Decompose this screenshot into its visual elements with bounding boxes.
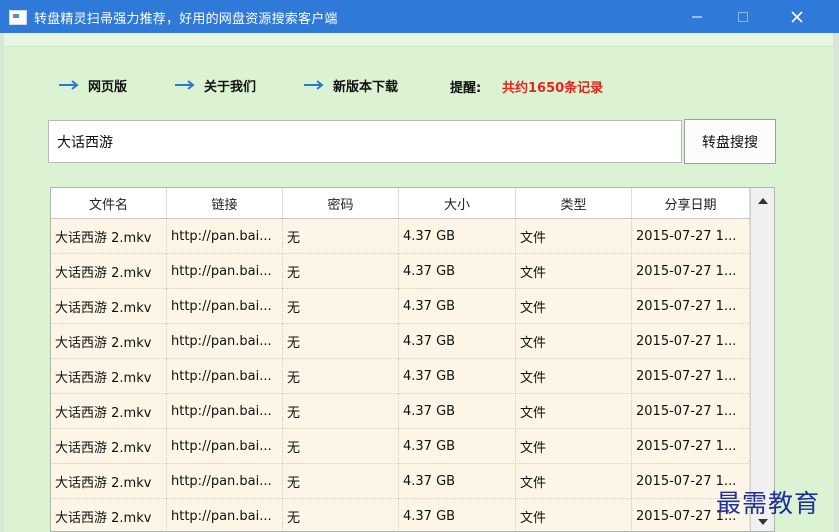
- column-header-type[interactable]: 类型: [516, 188, 632, 218]
- nav-web-version-link[interactable]: 网页版: [58, 75, 127, 95]
- minimize-icon: [692, 16, 702, 17]
- nav-new-version-download-link[interactable]: 新版本下载: [303, 75, 398, 95]
- cell-link: http://pan.bai...: [167, 289, 283, 324]
- cell-link: http://pan.bai...: [167, 219, 283, 254]
- cell-size: 4.37 GB: [399, 254, 516, 289]
- results-table: 文件名 链接 密码 大小 类型 分享日期 大话西游 2.mkv http://pa…: [50, 187, 775, 532]
- table-row[interactable]: 大话西游 2.mkv http://pan.bai... 无 4.37 GB 文件 201…: [51, 359, 750, 394]
- watermark-logo: 最需教育: [716, 489, 821, 518]
- close-icon: [791, 10, 803, 23]
- table-row[interactable]: 大话西游 2.mkv http://pan.bai... 无 4.37 GB 文件 201…: [51, 219, 750, 254]
- cell-share-date: 2015-07-27 1...: [632, 324, 750, 359]
- cell-password: 无: [283, 359, 399, 394]
- cell-type: 文件: [516, 219, 632, 254]
- cell-type: 文件: [516, 324, 632, 359]
- cell-filename: 大话西游 2.mkv: [51, 394, 167, 429]
- close-button[interactable]: [774, 0, 820, 33]
- cell-type: 文件: [516, 394, 632, 429]
- table-row[interactable]: 大话西游 2.mkv http://pan.bai... 无 4.37 GB 文件 201…: [51, 289, 750, 324]
- table-row[interactable]: 大话西游 2.mkv http://pan.bai... 无 4.37 GB 文件 201…: [51, 394, 750, 429]
- table-body: 大话西游 2.mkv http://pan.bai... 无 4.37 GB 文件 201…: [51, 219, 750, 531]
- cell-link: http://pan.bai...: [167, 254, 283, 289]
- maximize-button[interactable]: [720, 0, 766, 33]
- cell-password: 无: [283, 499, 399, 531]
- cell-link: http://pan.bai...: [167, 429, 283, 464]
- cell-filename: 大话西游 2.mkv: [51, 254, 167, 289]
- cell-share-date: 2015-07-27 1...: [632, 394, 750, 429]
- arrow-right-icon: [174, 79, 196, 91]
- cell-password: 无: [283, 324, 399, 359]
- cell-share-date: 2015-07-27 1...: [632, 254, 750, 289]
- cell-size: 4.37 GB: [399, 429, 516, 464]
- minimize-button[interactable]: [674, 0, 720, 33]
- cell-type: 文件: [516, 499, 632, 531]
- cell-filename: 大话西游 2.mkv: [51, 499, 167, 531]
- cell-type: 文件: [516, 359, 632, 394]
- window-title: 转盘精灵扫帚强力推荐，好用的网盘资源搜索客户端: [34, 12, 338, 27]
- table-row[interactable]: 大话西游 2.mkv http://pan.bai... 无 4.37 GB 文件 201…: [51, 254, 750, 289]
- cell-password: 无: [283, 254, 399, 289]
- cell-filename: 大话西游 2.mkv: [51, 464, 167, 499]
- arrow-right-icon: [303, 79, 325, 91]
- cell-password: 无: [283, 464, 399, 499]
- cell-link: http://pan.bai...: [167, 464, 283, 499]
- maximize-icon: [738, 11, 748, 22]
- cell-share-date: 2015-07-27 1...: [632, 219, 750, 254]
- search-button[interactable]: 转盘搜搜: [684, 119, 776, 164]
- nav-web-version-label: 网页版: [88, 79, 128, 95]
- cell-password: 无: [283, 394, 399, 429]
- table-header: 文件名 链接 密码 大小 类型 分享日期: [51, 188, 750, 219]
- cell-filename: 大话西游 2.mkv: [51, 359, 167, 394]
- nav-about-us-link[interactable]: 关于我们: [174, 75, 256, 95]
- nav-about-us-label: 关于我们: [204, 79, 257, 95]
- cell-filename: 大话西游 2.mkv: [51, 429, 167, 464]
- cell-size: 4.37 GB: [399, 499, 516, 531]
- cell-password: 无: [283, 219, 399, 254]
- cell-share-date: 2015-07-27 1...: [632, 429, 750, 464]
- table-row[interactable]: 大话西游 2.mkv http://pan.bai... 无 4.37 GB 文件 201…: [51, 499, 750, 531]
- cell-type: 文件: [516, 289, 632, 324]
- cell-type: 文件: [516, 464, 632, 499]
- hint-label: 提醒:: [450, 81, 482, 96]
- app-window-icon: [9, 10, 27, 25]
- menu-strip: [4, 33, 833, 47]
- cell-link: http://pan.bai...: [167, 499, 283, 531]
- cell-size: 4.37 GB: [399, 289, 516, 324]
- nav-new-version-download-label: 新版本下载: [333, 79, 399, 95]
- column-header-share-date[interactable]: 分享日期: [632, 188, 750, 218]
- scroll-up-button[interactable]: [751, 190, 774, 212]
- column-header-link[interactable]: 链接: [167, 188, 283, 218]
- cell-type: 文件: [516, 429, 632, 464]
- cell-size: 4.37 GB: [399, 394, 516, 429]
- cell-size: 4.37 GB: [399, 219, 516, 254]
- cell-size: 4.37 GB: [399, 359, 516, 394]
- column-header-filename[interactable]: 文件名: [51, 188, 167, 218]
- cell-password: 无: [283, 289, 399, 324]
- cell-password: 无: [283, 429, 399, 464]
- cell-filename: 大话西游 2.mkv: [51, 219, 167, 254]
- arrow-right-icon: [58, 79, 80, 91]
- scroll-thumb[interactable]: [755, 216, 769, 396]
- cell-size: 4.37 GB: [399, 464, 516, 499]
- cell-link: http://pan.bai...: [167, 394, 283, 429]
- record-count-hint: 共约1650条记录: [502, 81, 604, 96]
- cell-link: http://pan.bai...: [167, 324, 283, 359]
- cell-filename: 大话西游 2.mkv: [51, 324, 167, 359]
- vertical-scrollbar[interactable]: [750, 188, 774, 531]
- scroll-up-icon: [758, 198, 768, 204]
- cell-type: 文件: [516, 254, 632, 289]
- table-row[interactable]: 大话西游 2.mkv http://pan.bai... 无 4.37 GB 文件 201…: [51, 464, 750, 499]
- cell-share-date: 2015-07-27 1...: [632, 289, 750, 324]
- column-header-size[interactable]: 大小: [399, 188, 516, 218]
- cell-filename: 大话西游 2.mkv: [51, 289, 167, 324]
- table-row[interactable]: 大话西游 2.mkv http://pan.bai... 无 4.37 GB 文件 201…: [51, 324, 750, 359]
- cell-size: 4.37 GB: [399, 324, 516, 359]
- cell-link: http://pan.bai...: [167, 359, 283, 394]
- title-bar: 转盘精灵扫帚强力推荐，好用的网盘资源搜索客户端: [0, 0, 839, 33]
- cell-share-date: 2015-07-27 1...: [632, 359, 750, 394]
- column-header-password[interactable]: 密码: [283, 188, 399, 218]
- search-input[interactable]: [48, 120, 682, 163]
- main-window-client: 网页版 关于我们 新版本下载 提醒: 共约1650条记录 转盘搜搜 文件名 链接…: [4, 33, 833, 532]
- table-row[interactable]: 大话西游 2.mkv http://pan.bai... 无 4.37 GB 文件 201…: [51, 429, 750, 464]
